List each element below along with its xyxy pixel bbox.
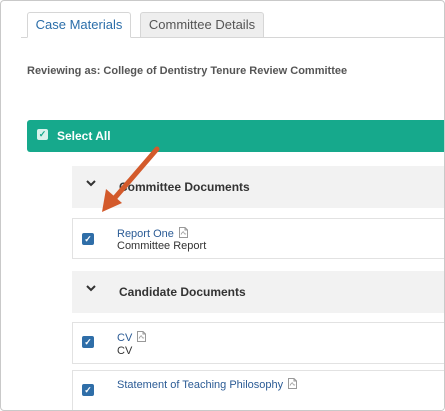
pdf-icon[interactable]	[288, 378, 298, 389]
select-all-bar[interactable]: ✓ Select All	[27, 120, 444, 152]
document-row-report-one: ✓ Report One Committee Report	[72, 218, 444, 259]
section-header-committee-documents[interactable]: Committee Documents	[72, 166, 444, 208]
pdf-icon[interactable]	[178, 227, 188, 238]
section-header-candidate-documents[interactable]: Candidate Documents	[72, 271, 444, 313]
pdf-icon[interactable]	[137, 331, 147, 342]
document-link[interactable]: Statement of Teaching Philosophy	[117, 378, 298, 391]
document-subtitle: Committee Report	[117, 240, 207, 252]
tab-committee-details[interactable]: Committee Details	[140, 12, 264, 38]
document-subtitle: CV	[117, 345, 133, 357]
document-checkbox[interactable]: ✓	[82, 384, 94, 396]
document-title[interactable]: CV	[117, 332, 132, 344]
tab-bar: Case Materials Committee Details	[1, 1, 444, 38]
section-title: Candidate Documents	[119, 285, 246, 299]
select-all-checkbox[interactable]: ✓	[37, 129, 48, 140]
select-all-label: Select All	[57, 129, 111, 143]
document-link[interactable]: Report One	[117, 227, 188, 240]
chevron-down-icon[interactable]	[86, 283, 96, 293]
document-title[interactable]: Statement of Teaching Philosophy	[117, 379, 283, 391]
reviewing-as-label: Reviewing as: College of Dentistry Tenur…	[27, 65, 348, 77]
document-link[interactable]: CV	[117, 331, 147, 344]
document-checkbox[interactable]: ✓	[82, 233, 94, 245]
document-title[interactable]: Report One	[117, 228, 174, 240]
tab-case-materials[interactable]: Case Materials	[27, 12, 131, 38]
chevron-down-icon[interactable]	[86, 178, 96, 188]
document-row-cv: ✓ CV CV	[72, 322, 444, 364]
section-title: Committee Documents	[119, 180, 250, 194]
document-checkbox[interactable]: ✓	[82, 336, 94, 348]
case-panel: Case Materials Committee Details Reviewi…	[0, 0, 445, 411]
document-row-statement-of-teaching-philosophy: ✓ Statement of Teaching Philosophy	[72, 370, 444, 410]
